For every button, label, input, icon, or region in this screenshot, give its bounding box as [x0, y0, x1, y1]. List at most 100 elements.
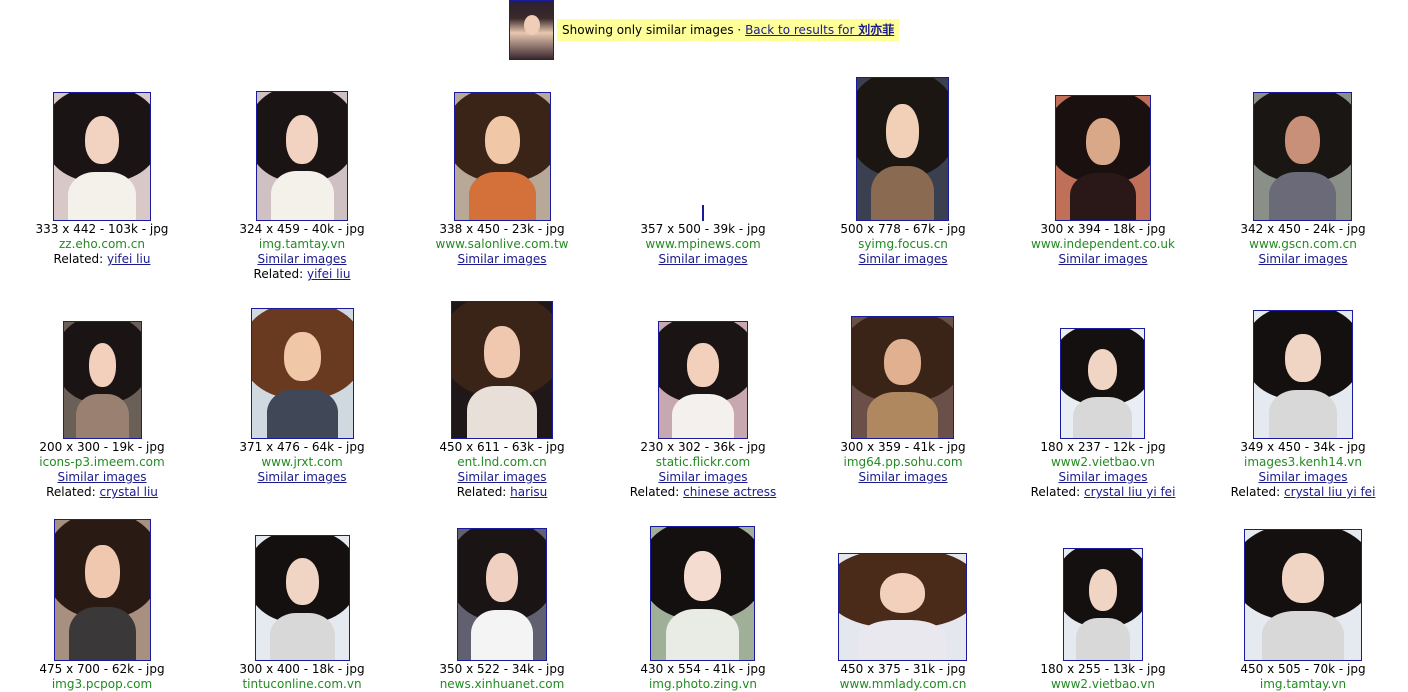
result-item: 349 x 450 - 34k - jpg images3.kenh14.vn Si…	[1203, 440, 1403, 500]
result-image-thumbnail[interactable]	[650, 526, 755, 661]
thumbnail-face-shape	[687, 342, 719, 387]
related-line: Related: harisu	[402, 485, 602, 500]
thumbnail-body-shape	[858, 619, 947, 660]
result-meta: 300 x 400 - 18k - jpg	[239, 662, 365, 676]
result-image-thumbnail[interactable]	[856, 77, 949, 221]
result-meta: 300 x 394 - 18k - jpg	[1040, 222, 1166, 236]
thumbnail-face-shape	[683, 550, 722, 602]
related-prefix: Related:	[456, 485, 511, 499]
thumbnail-face-shape	[85, 545, 120, 599]
result-meta: 180 x 237 - 12k - jpg	[1040, 440, 1166, 454]
thumbnail-face-shape	[879, 573, 926, 614]
similar-images-link[interactable]: Similar images	[658, 470, 747, 484]
similar-images-link[interactable]: Similar images	[1258, 470, 1347, 484]
result-meta: 324 x 459 - 40k - jpg	[239, 222, 365, 236]
result-image-thumbnail[interactable]	[454, 92, 551, 221]
related-prefix: Related:	[1030, 485, 1085, 499]
result-image-thumbnail[interactable]	[451, 301, 553, 439]
result-image-thumbnail[interactable]	[702, 205, 704, 221]
similar-images-link[interactable]: Similar images	[57, 470, 146, 484]
related-search-link[interactable]: crystal liu	[100, 485, 158, 499]
thumbnail-body-shape	[1073, 396, 1132, 438]
result-domain: static.flickr.com	[655, 455, 751, 469]
reference-image-thumbnail[interactable]	[509, 0, 554, 60]
related-search-link[interactable]: yifei liu	[107, 252, 150, 266]
result-meta: 500 x 778 - 67k - jpg	[840, 222, 966, 236]
thumbnail-body-shape	[469, 171, 536, 220]
result-item: 230 x 302 - 36k - jpg static.flickr.com Si…	[603, 440, 803, 500]
thumbnail-body-shape	[870, 166, 935, 220]
result-image-thumbnail[interactable]	[838, 553, 967, 661]
result-image-thumbnail[interactable]	[1253, 310, 1353, 439]
result-image-thumbnail[interactable]	[1253, 92, 1352, 221]
thumbnail-body-shape	[471, 610, 533, 660]
similar-images-link[interactable]: Similar images	[1058, 470, 1147, 484]
result-meta: 200 x 300 - 19k - jpg	[39, 440, 165, 454]
result-image-thumbnail[interactable]	[1060, 328, 1145, 439]
similar-images-link[interactable]: Similar images	[257, 470, 346, 484]
result-item: 338 x 450 - 23k - jpg www.salonlive.com.t…	[402, 222, 602, 267]
similar-images-link[interactable]: Similar images	[858, 252, 947, 266]
result-image-thumbnail[interactable]	[1063, 548, 1143, 661]
similar-images-link[interactable]: Similar images	[1258, 252, 1347, 266]
result-image-thumbnail[interactable]	[54, 519, 151, 661]
result-meta: 180 x 255 - 13k - jpg	[1040, 662, 1166, 676]
result-item: 357 x 500 - 39k - jpg www.mpinews.com Simi…	[603, 222, 803, 267]
similar-images-link[interactable]: Similar images	[1058, 252, 1147, 266]
related-search-link[interactable]: crystal liu yi fei	[1284, 485, 1375, 499]
result-item: 324 x 459 - 40k - jpg img.tamtay.vn Simila…	[202, 222, 402, 282]
thumbnail-body-shape	[269, 612, 336, 660]
similar-images-link[interactable]: Similar images	[457, 470, 546, 484]
similar-images-link[interactable]: Similar images	[457, 252, 546, 266]
result-image-thumbnail[interactable]	[53, 92, 151, 221]
result-meta: 230 x 302 - 36k - jpg	[640, 440, 766, 454]
related-search-link[interactable]: yifei liu	[307, 267, 350, 281]
related-line: Related: crystal liu yi fei	[1203, 485, 1403, 500]
related-prefix: Related:	[46, 485, 100, 499]
thumbnail-body-shape	[672, 393, 734, 438]
related-search-link[interactable]: crystal liu yi fei	[1084, 485, 1175, 499]
result-image-thumbnail[interactable]	[457, 528, 547, 661]
thumbnail-face-shape	[1282, 553, 1324, 603]
related-search-link[interactable]: harisu	[510, 485, 547, 499]
result-item: 450 x 611 - 63k - jpg ent.lnd.com.cn Simil…	[402, 440, 602, 500]
related-search-link[interactable]: chinese actress	[683, 485, 776, 499]
result-domain: img.tamtay.vn	[258, 237, 346, 251]
result-item: 180 x 237 - 12k - jpg www2.vietbao.vn Simi…	[1003, 440, 1203, 500]
reference-face-shape	[524, 15, 540, 35]
result-meta: 350 x 522 - 34k - jpg	[439, 662, 565, 676]
result-image-thumbnail[interactable]	[851, 316, 954, 439]
result-image-thumbnail[interactable]	[658, 321, 748, 439]
thumbnail-face-shape	[88, 342, 117, 387]
result-domain: www.salonlive.com.tw	[435, 237, 569, 251]
related-line: Related: crystal liu	[2, 485, 202, 500]
result-image-thumbnail[interactable]	[63, 321, 142, 439]
similar-images-link[interactable]: Similar images	[858, 470, 947, 484]
result-image-thumbnail[interactable]	[1055, 95, 1151, 221]
result-image-thumbnail[interactable]	[256, 91, 348, 221]
back-text: Back to results for	[745, 23, 859, 37]
result-image-thumbnail[interactable]	[255, 535, 350, 661]
similar-images-link[interactable]: Similar images	[658, 252, 747, 266]
thumbnail-body-shape	[867, 392, 938, 438]
back-to-results-link[interactable]: Back to results for 刘亦菲	[745, 23, 894, 37]
thumbnail-body-shape	[267, 388, 338, 438]
thumbnail-face-shape	[484, 326, 520, 379]
result-item: 450 x 505 - 70k - jpg img.tamtay.vn	[1203, 662, 1403, 692]
result-image-thumbnail[interactable]	[251, 308, 354, 439]
result-image-thumbnail[interactable]	[1244, 529, 1362, 661]
result-meta: 450 x 375 - 31k - jpg	[840, 662, 966, 676]
result-domain: www.mpinews.com	[645, 237, 761, 251]
related-line: Related: crystal liu yi fei	[1003, 485, 1203, 500]
result-domain: zz.eho.com.cn	[59, 237, 145, 251]
thumbnail-face-shape	[285, 115, 319, 164]
related-prefix: Related:	[1230, 485, 1285, 499]
thumbnail-face-shape	[1087, 348, 1118, 391]
result-item: 371 x 476 - 64k - jpg www.jrxt.com Similar…	[202, 440, 402, 485]
result-meta: 333 x 442 - 103k - jpg	[35, 222, 169, 236]
thumbnail-face-shape	[284, 332, 321, 382]
similar-images-link[interactable]: Similar images	[257, 252, 346, 266]
result-meta: 300 x 359 - 41k - jpg	[840, 440, 966, 454]
result-item: 180 x 255 - 13k - jpg www2.vietbao.vn	[1003, 662, 1203, 692]
result-meta: 450 x 505 - 70k - jpg	[1240, 662, 1366, 676]
